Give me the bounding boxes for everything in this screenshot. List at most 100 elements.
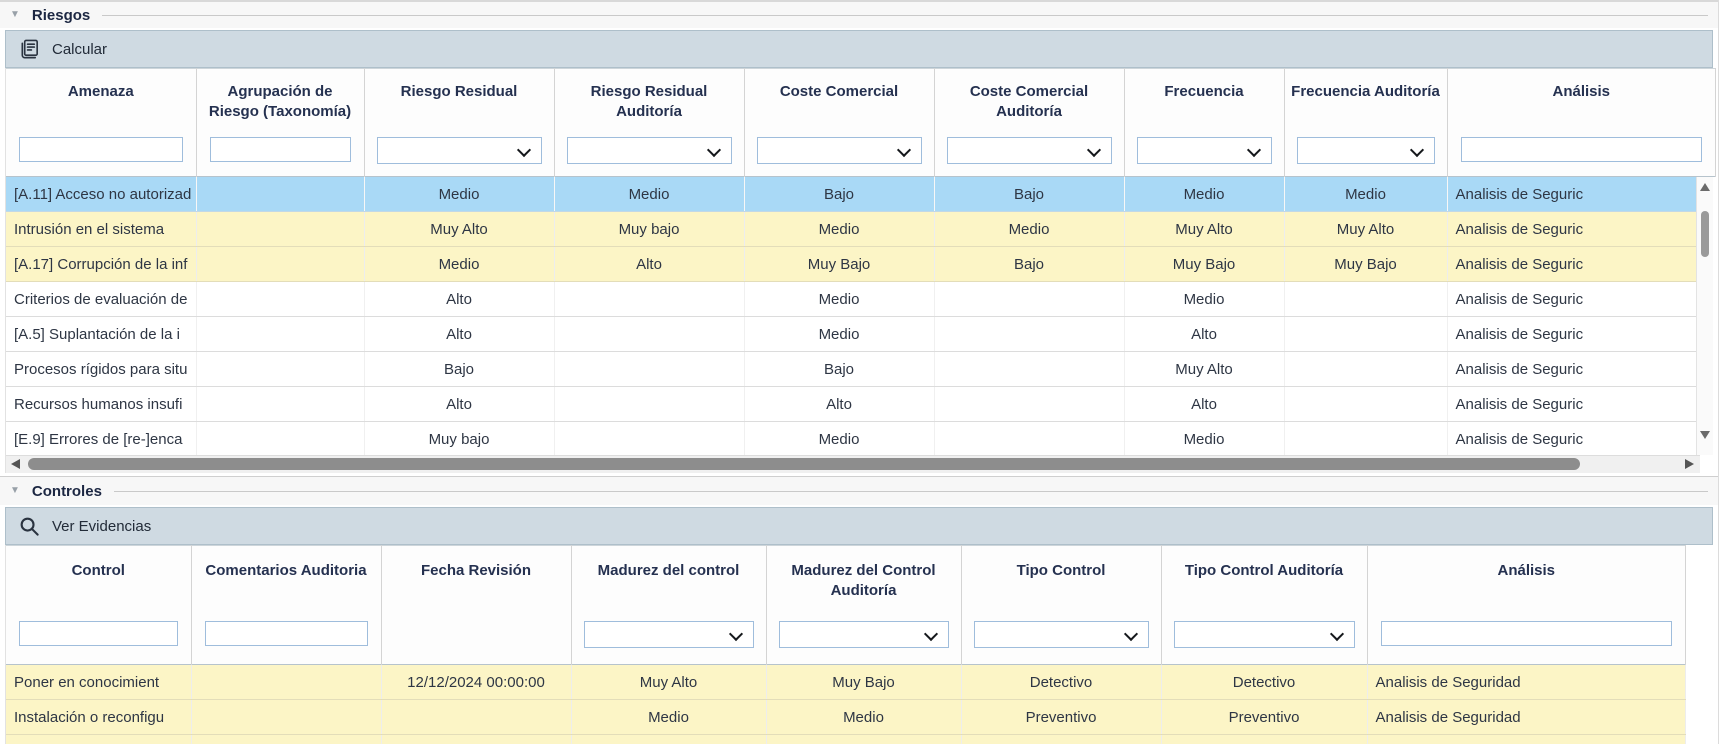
filter-cell [554,129,744,177]
filter-select[interactable] [1137,137,1272,164]
vertical-scrollbar[interactable] [1696,177,1713,455]
filter-select[interactable] [779,621,949,648]
cell: Alto [364,282,554,317]
ver-evidencias-button[interactable]: Ver Evidencias [18,515,151,538]
column-header: Amenaza [6,69,196,130]
horizontal-scrollbar[interactable] [6,455,1700,473]
filter-select[interactable] [947,137,1112,164]
cell: Bajo [364,352,554,387]
filter-input[interactable] [210,137,351,162]
cell: Alto [554,247,744,282]
cell [196,317,364,352]
cell [934,317,1124,352]
cell [191,700,381,735]
table-row[interactable]: [A.5] Suplantación de la iAltoMedioAltoA… [6,317,1700,352]
cell: Muy Alto [1124,212,1284,247]
cell: Poner en conocimient [6,665,191,700]
table-row[interactable]: Criterios de evaluación deAltoMedioMedio… [6,282,1700,317]
filter-select[interactable] [1297,137,1435,164]
filter-select[interactable] [377,137,542,164]
cell: Analisis de Seguric [1447,177,1700,212]
cell: 12/12/2024 00:00:00 [381,665,571,700]
cell: Recursos humanos insufi [6,387,196,422]
cell [961,735,1161,744]
cell: Muy Bajo [766,665,961,700]
table-row[interactable]: Procesos rígidos para situBajoBajoMuy Al… [6,352,1700,387]
column-header: Tipo Control [961,546,1161,613]
controles-header-table: ControlComentarios AuditoriaFecha Revisi… [6,545,1686,665]
filter-select[interactable] [974,621,1149,648]
cell [196,247,364,282]
collapse-triangle-icon[interactable]: ▼ [10,486,20,496]
chevron-down-icon [516,143,530,157]
cell [934,282,1124,317]
filter-input[interactable] [1461,137,1703,162]
table-row[interactable]: [E.9] Errores de [re-]encaMuy bajoMedioM… [6,422,1700,456]
riesgos-filter-row [6,129,1716,177]
filter-cell [934,129,1124,177]
cell: Bajo [934,177,1124,212]
scroll-down-arrow-icon[interactable] [1700,431,1710,439]
section-title-riesgos: Riesgos [32,7,90,24]
filter-cell [6,129,196,177]
filter-select[interactable] [567,137,732,164]
filter-input[interactable] [19,137,183,162]
chevron-down-icon [706,143,720,157]
column-header: Riesgo Residual [364,69,554,130]
filter-select[interactable] [584,621,754,648]
cell: Muy Alto [1284,212,1447,247]
vertical-scroll-thumb[interactable] [1701,211,1709,257]
table-row[interactable]: Intrusión en el sistema Muy Alto Muy bajo M… [6,212,1700,247]
filter-cell [1367,612,1686,665]
cell: Intrusión en el sistema [6,212,196,247]
column-header: Coste Comercial Auditoría [934,69,1124,130]
cell [554,422,744,456]
table-row[interactable] [6,735,1686,744]
cell: Alto [744,387,934,422]
table-row[interactable]: [A.11] Acceso no autorizadMedioMedioBajo… [6,177,1700,212]
controles-filter-row [6,612,1686,665]
cell: Preventivo [961,700,1161,735]
cell: Muy bajo [554,212,744,247]
horizontal-scroll-thumb[interactable] [28,458,1580,470]
column-header: Tipo Control Auditoría [1161,546,1367,613]
cell: Detectivo [1161,665,1367,700]
riesgos-section-header: ▼ Riesgos [0,2,1718,28]
cell: Alto [1124,317,1284,352]
filter-select[interactable] [1174,621,1355,648]
riesgos-toolbar: Calcular [5,30,1713,68]
cell: Analisis de Seguric [1447,282,1700,317]
section-title-controles: Controles [32,483,102,500]
scroll-right-arrow-icon[interactable] [1685,459,1694,469]
calcular-button[interactable]: Calcular [18,38,107,61]
cell: Medio [766,700,961,735]
column-header: Comentarios Auditoria [191,546,381,613]
table-row[interactable]: [A.17] Corrupción de la infMedioAltoMuy … [6,247,1700,282]
cell: Analisis de Seguridad [1367,700,1686,735]
filter-input[interactable] [1381,621,1673,646]
cell [554,317,744,352]
scroll-left-arrow-icon[interactable] [11,459,20,469]
calcular-label: Calcular [52,41,107,58]
filter-input[interactable] [19,621,178,646]
cell: Alto [1124,387,1284,422]
cell [1284,282,1447,317]
cell: Analisis de Seguric [1447,212,1700,247]
riesgos-grid: AmenazaAgrupación de Riesgo (Taxonomía)R… [5,68,1713,473]
filter-select[interactable] [757,137,922,164]
chevron-down-icon [1123,627,1137,641]
cell: Criterios de evaluación de [6,282,196,317]
cell [1284,387,1447,422]
cell: Medio [934,212,1124,247]
table-row[interactable]: Poner en conocimient 12/12/2024 00:00:00 M… [6,665,1686,700]
chevron-down-icon [1329,627,1343,641]
filter-cell [1124,129,1284,177]
scroll-up-arrow-icon[interactable] [1700,183,1710,191]
risk-management-page: ▼ Riesgos Calcular [0,0,1719,744]
ver-evidencias-label: Ver Evidencias [52,518,151,535]
table-row[interactable]: Recursos humanos insufiAltoAltoAltoAnali… [6,387,1700,422]
filter-input[interactable] [205,621,368,646]
collapse-triangle-icon[interactable]: ▼ [10,10,20,20]
table-row[interactable]: Instalación o reconfiguMedioMedioPrevent… [6,700,1686,735]
filter-cell [1284,129,1447,177]
